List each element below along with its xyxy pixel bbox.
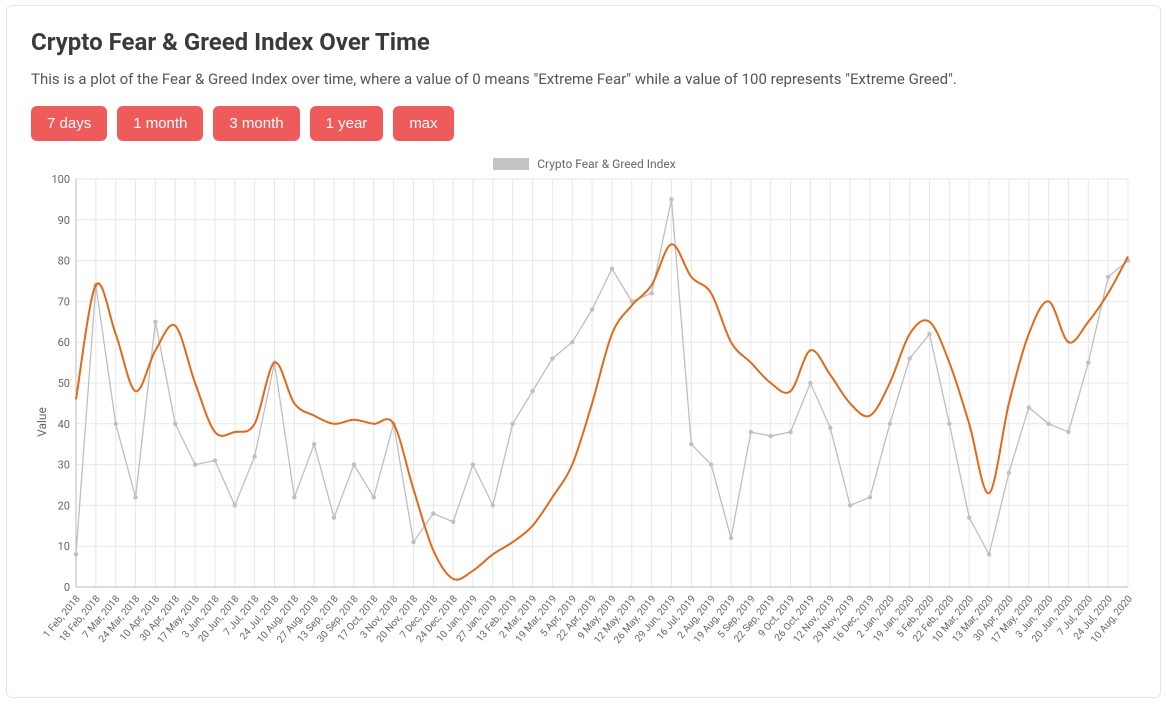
range-7-days-button[interactable]: 7 days — [31, 106, 107, 141]
series-raw-point — [848, 503, 852, 507]
series-raw-point — [927, 332, 931, 336]
series-raw-point — [431, 511, 435, 515]
series-raw-point — [411, 540, 415, 544]
y-tick-label: 90 — [58, 214, 70, 227]
series-raw-point — [868, 495, 872, 499]
series-raw-point — [749, 430, 753, 434]
series-raw-point — [352, 462, 356, 466]
series-raw-point — [1007, 471, 1011, 475]
series-raw-line — [76, 199, 1128, 554]
series-raw-point — [610, 267, 614, 271]
series-raw-point — [530, 389, 534, 393]
y-tick-label: 70 — [58, 295, 70, 308]
y-tick-label: 40 — [58, 418, 70, 431]
y-tick-label: 100 — [51, 173, 70, 186]
series-raw-point — [74, 552, 78, 556]
series-raw-point — [669, 197, 673, 201]
series-raw-point — [312, 442, 316, 446]
series-raw-point — [491, 503, 495, 507]
series-raw-point — [907, 356, 911, 360]
chart-card: Crypto Fear & Greed Index Over Time This… — [6, 5, 1161, 698]
series-raw-point — [1066, 430, 1070, 434]
series-smoothed-line — [76, 244, 1128, 579]
series-raw-point — [709, 462, 713, 466]
page-subtitle: This is a plot of the Fear & Greed Index… — [31, 70, 1136, 88]
series-raw-point — [193, 462, 197, 466]
series-raw-point — [173, 422, 177, 426]
legend-label: Crypto Fear & Greed Index — [537, 157, 676, 171]
series-raw-point — [1086, 360, 1090, 364]
series-raw-point — [292, 495, 296, 499]
y-tick-label: 50 — [58, 377, 70, 390]
series-raw-point — [769, 434, 773, 438]
series-raw-point — [233, 503, 237, 507]
series-raw-point — [372, 495, 376, 499]
series-raw-point — [332, 515, 336, 519]
series-raw-point — [888, 422, 892, 426]
series-raw-point — [213, 458, 217, 462]
y-axis-label: Value — [35, 407, 49, 437]
legend-swatch-icon — [493, 158, 529, 170]
series-raw-point — [113, 422, 117, 426]
range-max-button[interactable]: max — [393, 106, 453, 141]
y-tick-label: 80 — [58, 255, 70, 268]
series-raw-point — [967, 515, 971, 519]
series-raw-point — [947, 422, 951, 426]
series-raw-point — [550, 356, 554, 360]
page-title: Crypto Fear & Greed Index Over Time — [31, 28, 1136, 56]
y-tick-label: 10 — [58, 540, 70, 553]
range-button-row: 7 days 1 month 3 month 1 year max — [31, 106, 1136, 141]
series-raw-point — [1046, 422, 1050, 426]
range-3-month-button[interactable]: 3 month — [213, 106, 299, 141]
series-raw-point — [252, 454, 256, 458]
chart-container: Crypto Fear & Greed Index Value 01020304… — [31, 157, 1138, 687]
chart-svg: 01020304050607080901001 Feb, 201818 Feb,… — [31, 157, 1138, 687]
y-tick-label: 20 — [58, 499, 70, 512]
series-raw-point — [808, 381, 812, 385]
series-raw-point — [729, 536, 733, 540]
series-raw-point — [153, 320, 157, 324]
range-1-year-button[interactable]: 1 year — [310, 106, 384, 141]
series-raw-point — [451, 520, 455, 524]
y-tick-label: 0 — [64, 581, 70, 594]
series-raw-point — [649, 291, 653, 295]
range-1-month-button[interactable]: 1 month — [117, 106, 203, 141]
series-raw-point — [510, 422, 514, 426]
series-raw-point — [133, 495, 137, 499]
series-raw-point — [590, 307, 594, 311]
series-raw-point — [1106, 275, 1110, 279]
series-raw-point — [828, 426, 832, 430]
series-raw-point — [1027, 405, 1031, 409]
y-tick-label: 60 — [58, 336, 70, 349]
series-raw-point — [570, 340, 574, 344]
series-raw-point — [471, 462, 475, 466]
series-raw-point — [689, 442, 693, 446]
series-raw-point — [788, 430, 792, 434]
chart-legend: Crypto Fear & Greed Index — [31, 157, 1138, 171]
y-tick-label: 30 — [58, 459, 70, 472]
series-raw-point — [987, 552, 991, 556]
